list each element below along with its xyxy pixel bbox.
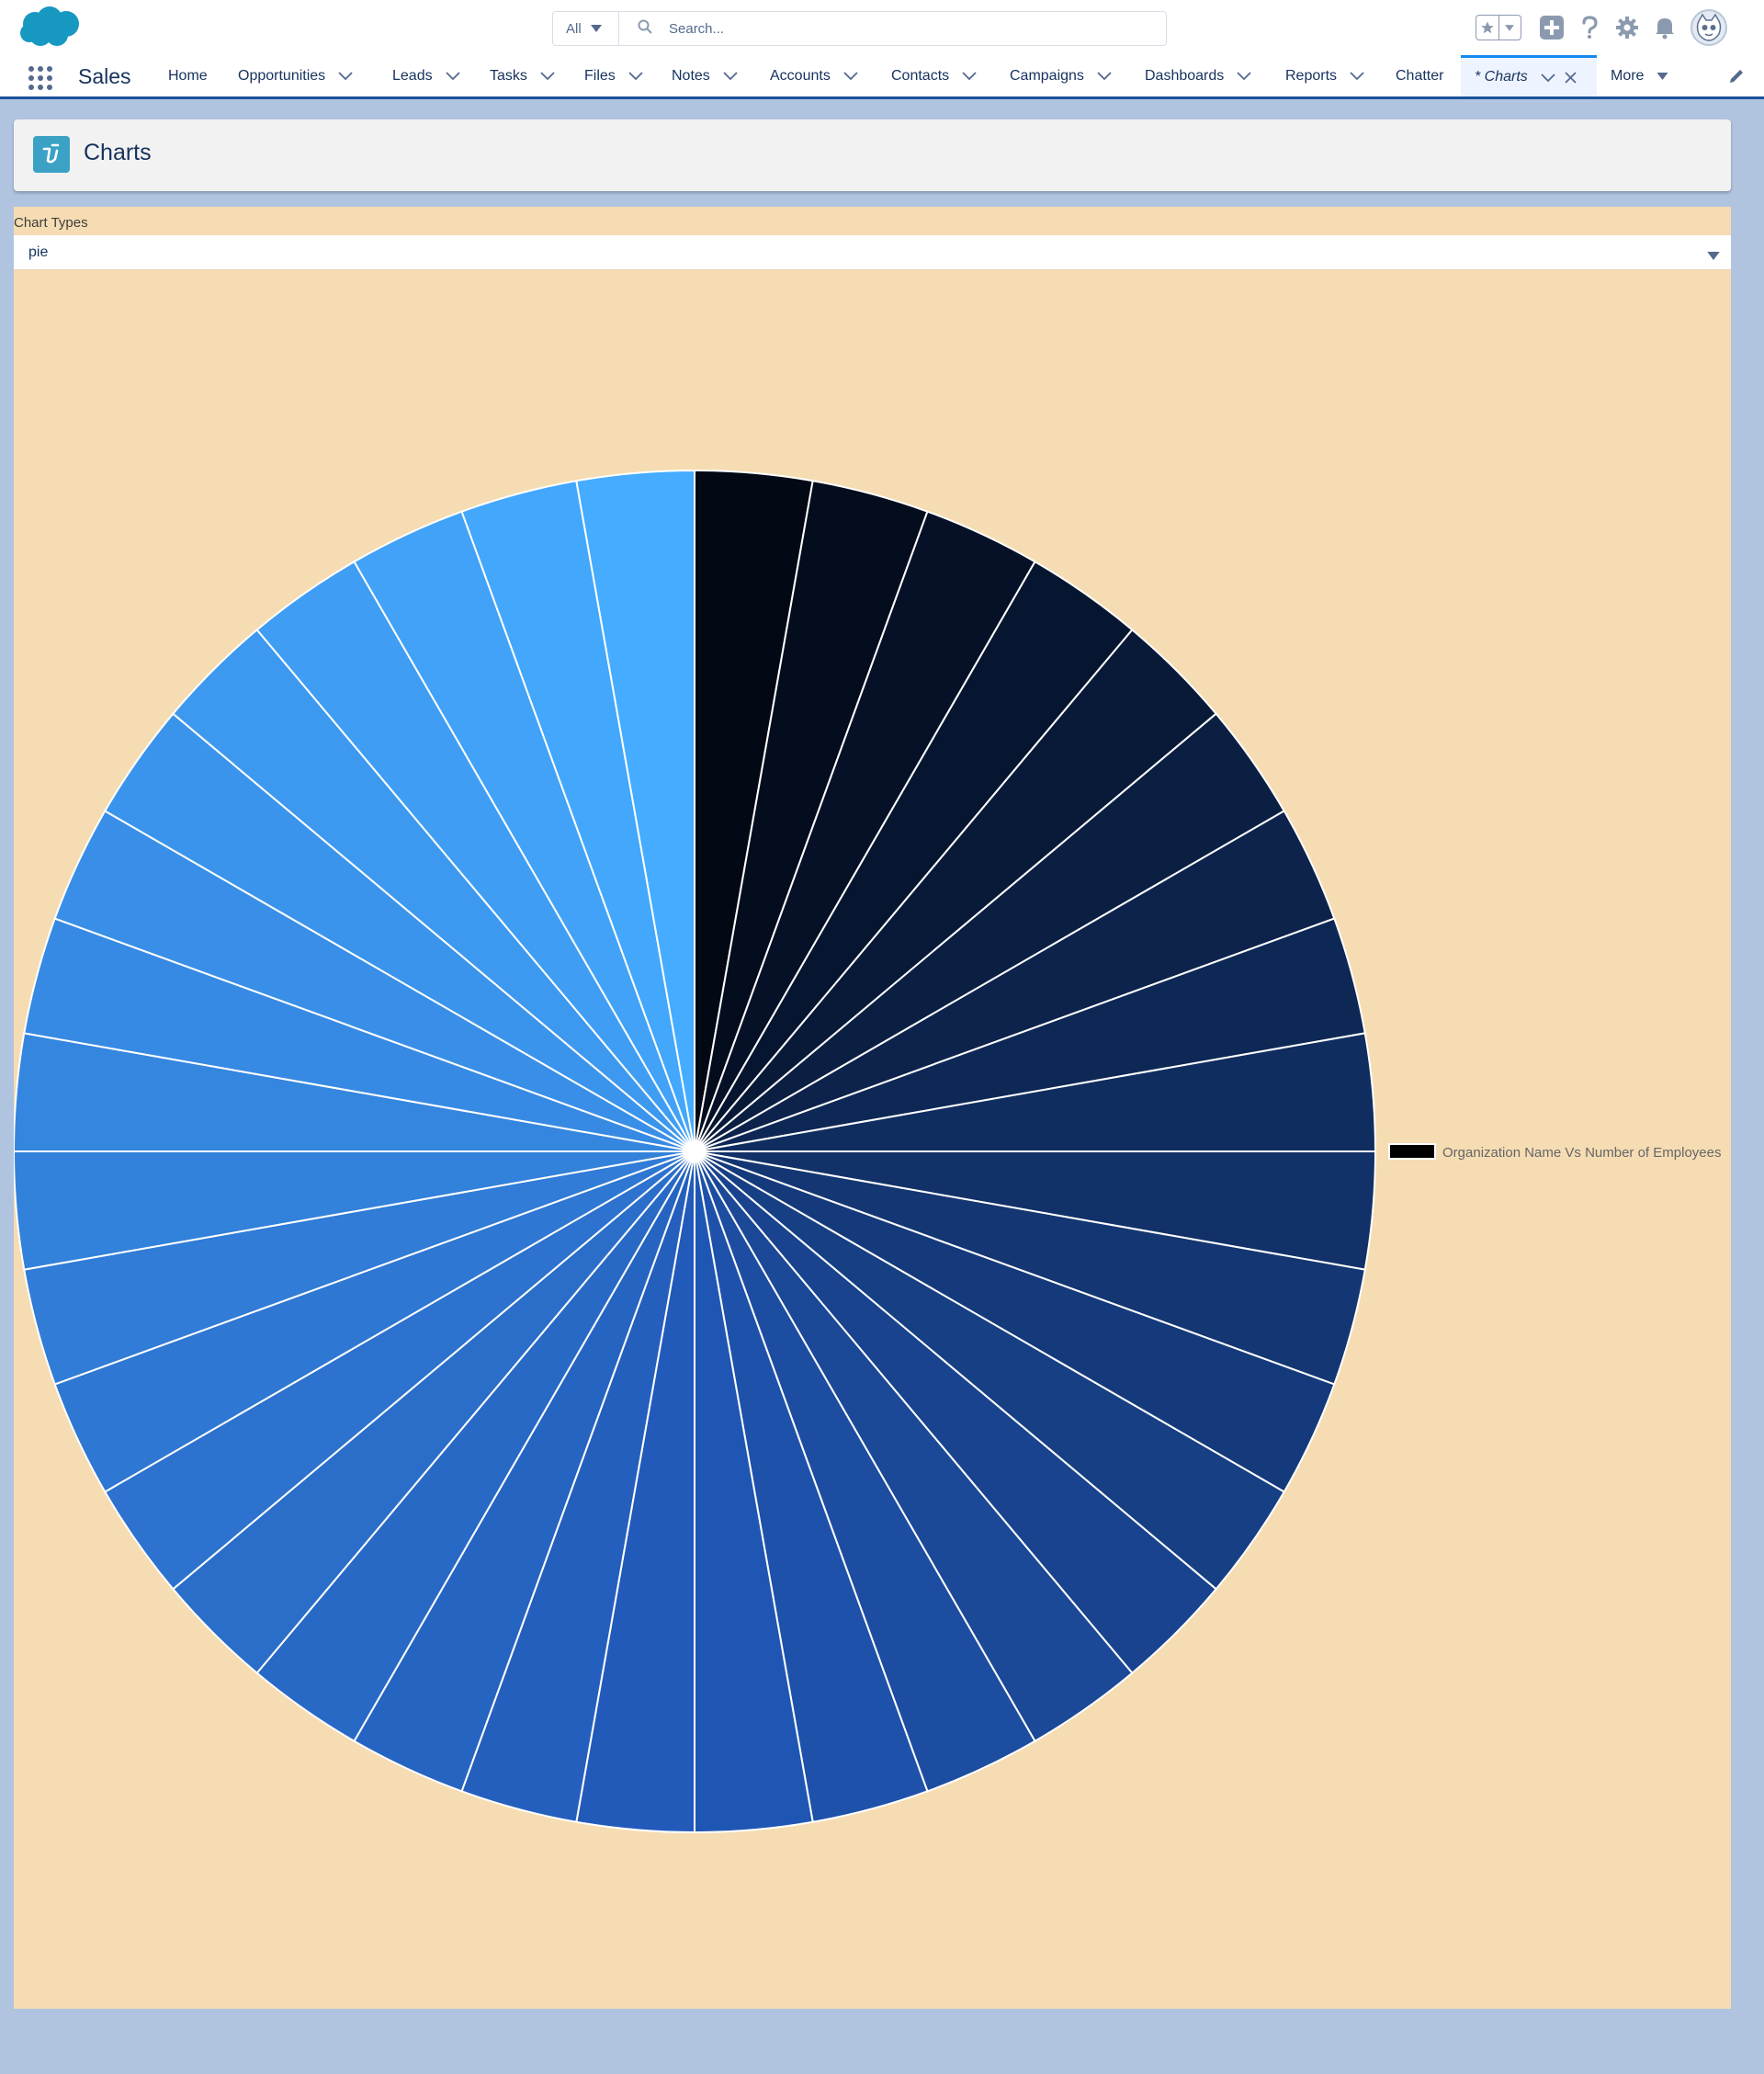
nav-item-dashboards[interactable]: Dashboards xyxy=(1145,55,1251,96)
nav-item-label: Accounts xyxy=(770,67,831,84)
page-title: Charts xyxy=(84,140,152,165)
nav-item-label: Dashboards xyxy=(1145,67,1225,84)
legend-swatch xyxy=(1388,1143,1436,1160)
nav-item-label: Opportunities xyxy=(238,67,326,84)
global-header: All xyxy=(0,0,1764,55)
caret-down-icon xyxy=(590,25,602,32)
page-header: Charts xyxy=(14,119,1731,191)
search-scope-label: All xyxy=(566,20,582,37)
chevron-down-icon[interactable] xyxy=(445,72,460,80)
chevron-down-icon[interactable] xyxy=(628,72,643,80)
app-nav-bar: Sales Home Opportunities Leads Tasks Fil… xyxy=(0,55,1764,99)
nav-item-label: Chatter xyxy=(1396,67,1444,84)
add-icon[interactable] xyxy=(1538,14,1566,41)
help-icon[interactable] xyxy=(1576,14,1603,41)
chevron-down-icon[interactable] xyxy=(1237,72,1251,80)
nav-item-label: Contacts xyxy=(891,67,950,84)
nav-item-label: Tasks xyxy=(490,67,527,84)
chevron-down-icon[interactable] xyxy=(338,72,353,80)
edit-nav-pencil-icon[interactable] xyxy=(1728,68,1745,89)
nav-item-files[interactable]: Files xyxy=(584,55,643,96)
pie-slices xyxy=(14,469,1377,1834)
nav-item-notes[interactable]: Notes xyxy=(672,55,738,96)
search-input[interactable] xyxy=(652,11,1166,46)
nav-item-reports[interactable]: Reports xyxy=(1285,55,1364,96)
pie-chart: Organization Name Vs Number of Employees xyxy=(14,469,1721,1834)
nav-item-leads[interactable]: Leads xyxy=(392,55,460,96)
nav-item-label: Files xyxy=(584,67,616,84)
chevron-down-icon[interactable] xyxy=(1097,72,1112,80)
nav-item-chatter[interactable]: Chatter xyxy=(1396,55,1443,96)
caret-down-icon xyxy=(1657,72,1668,80)
tab-charts[interactable]: * Charts xyxy=(1461,55,1597,96)
chevron-down-icon[interactable] xyxy=(843,72,858,80)
chevron-down-icon[interactable] xyxy=(723,72,738,80)
close-tab-icon[interactable] xyxy=(1565,71,1577,84)
nav-item-label: Campaigns xyxy=(1010,67,1084,84)
nav-item-campaigns[interactable]: Campaigns xyxy=(1010,55,1112,96)
chevron-down-icon[interactable] xyxy=(540,72,555,80)
notifications-bell-icon[interactable] xyxy=(1651,14,1679,41)
nav-more-label: More xyxy=(1611,67,1645,84)
chevron-down-icon[interactable] xyxy=(962,72,977,80)
global-search: All xyxy=(552,11,1167,46)
search-icon xyxy=(638,19,652,39)
app-launcher-icon[interactable] xyxy=(28,65,53,96)
nav-item-home[interactable]: Home xyxy=(168,55,208,96)
charts-app-icon xyxy=(33,136,70,173)
favorites-menu-icon[interactable] xyxy=(1498,16,1521,40)
nav-item-label: Reports xyxy=(1285,67,1338,84)
nav-item-opportunities[interactable]: Opportunities xyxy=(238,55,353,96)
nav-item-tasks[interactable]: Tasks xyxy=(490,55,555,96)
app-name: Sales xyxy=(78,64,131,88)
salesforce-logo[interactable] xyxy=(17,6,85,54)
chevron-down-icon[interactable] xyxy=(1541,73,1555,82)
chevron-down-icon[interactable] xyxy=(1350,72,1364,80)
chart-content-panel: Chart Types pie Organization Name Vs Num… xyxy=(14,207,1731,2009)
nav-item-accounts[interactable]: Accounts xyxy=(770,55,858,96)
favorites-button[interactable] xyxy=(1476,15,1521,40)
setup-gear-icon[interactable] xyxy=(1613,14,1641,41)
nav-item-label: Home xyxy=(168,67,208,84)
user-avatar[interactable] xyxy=(1690,9,1727,46)
nav-item-contacts[interactable]: Contacts xyxy=(891,55,977,96)
nav-item-label: Notes xyxy=(672,67,710,84)
nav-item-label: Leads xyxy=(392,67,433,84)
nav-more-menu[interactable]: More xyxy=(1611,55,1668,96)
tab-charts-label: * Charts xyxy=(1475,69,1528,85)
search-scope-dropdown[interactable]: All xyxy=(553,12,619,45)
star-icon[interactable] xyxy=(1476,16,1498,40)
legend-label: Organization Name Vs Number of Employees xyxy=(1442,1145,1721,1161)
header-actions xyxy=(1476,7,1727,48)
